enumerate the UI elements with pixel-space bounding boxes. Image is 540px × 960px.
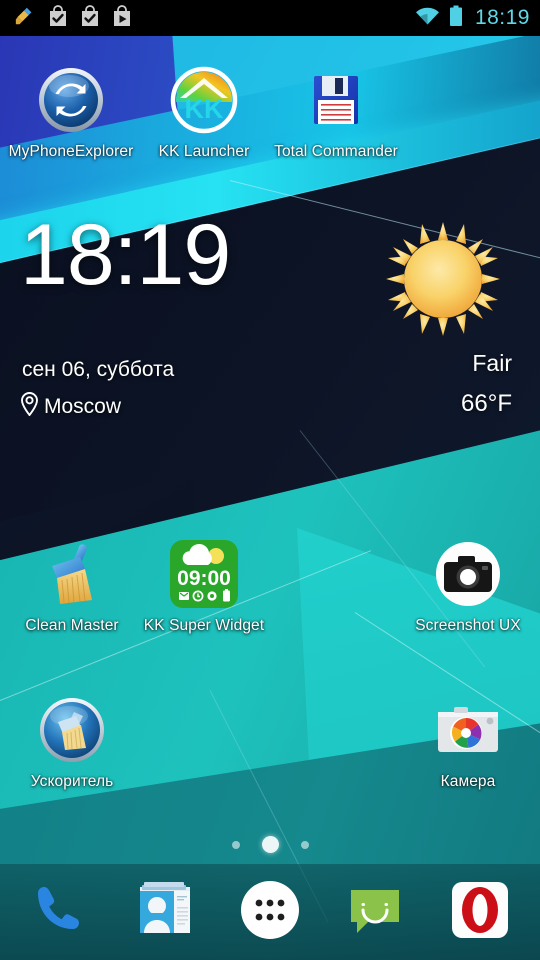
- screenshot-ux-icon: [432, 538, 504, 610]
- app-icon-kklauncher[interactable]: KK KK Launcher: [144, 64, 264, 161]
- opera-icon: [449, 879, 511, 946]
- widget-location[interactable]: Moscow: [20, 392, 121, 421]
- app-icon-cleanmaster[interactable]: Clean Master: [12, 538, 132, 635]
- weather-temperature: 66°F: [461, 390, 512, 417]
- app-icon-kamera[interactable]: Камера: [408, 694, 528, 791]
- kk-launcher-icon: KK: [168, 64, 240, 136]
- app-label: KK Super Widget: [143, 617, 265, 634]
- dock-item-messaging[interactable]: [339, 876, 411, 948]
- widget-clock-time: 18:19: [20, 207, 231, 303]
- location-pin-icon: [20, 392, 39, 421]
- battery-icon: [449, 5, 463, 32]
- clean-master-notification-icon: [14, 5, 36, 32]
- widget-date: сен 06, суббота: [22, 358, 175, 381]
- home-screen: 18:19 MyPhoneExplorer KK KK Launcher Tot…: [0, 0, 540, 960]
- app-icon-totalcommander[interactable]: Total Commander: [274, 64, 398, 161]
- app-label: MyPhoneExplorer: [8, 143, 134, 160]
- booster-icon: [36, 694, 108, 766]
- wifi-icon: [415, 6, 440, 31]
- play-store-bag-check-icon-2: [80, 4, 100, 32]
- app-icon-screenshotux[interactable]: Screenshot UX: [408, 538, 528, 635]
- widget-location-label: Moscow: [44, 394, 122, 418]
- clock-weather-widget[interactable]: 18:19 сен 06, суббота Moscow Fair 66°F: [0, 212, 540, 427]
- status-bar[interactable]: 18:19: [0, 0, 540, 36]
- contacts-icon: [134, 879, 196, 946]
- app-label: Screenshot UX: [415, 617, 521, 634]
- status-bar-notifications[interactable]: [14, 4, 415, 32]
- page-dot-1[interactable]: [231, 840, 240, 849]
- svg-text:KK: KK: [185, 94, 224, 124]
- app-label: Камера: [440, 773, 496, 790]
- dock-item-opera[interactable]: [444, 876, 516, 948]
- play-store-bag-check-icon: [48, 4, 68, 32]
- dock-item-contacts[interactable]: [129, 876, 201, 948]
- play-store-bag-play-icon: [112, 4, 132, 32]
- kk-super-widget-icon: 09:00: [168, 538, 240, 610]
- status-bar-clock: 18:19: [474, 6, 530, 29]
- kk-widget-time: 09:00: [177, 567, 231, 590]
- page-dot-2-active[interactable]: [261, 836, 279, 853]
- app-label: Clean Master: [25, 617, 119, 634]
- camera-icon: [432, 694, 504, 766]
- phone-icon: [29, 879, 91, 946]
- app-icon-kksuperwidget[interactable]: 09:00 KK Super Widget: [144, 538, 264, 635]
- app-icon-uskoritel[interactable]: Ускоритель: [12, 694, 132, 791]
- total-commander-icon: [300, 64, 372, 136]
- app-label: Ускоритель: [30, 773, 114, 790]
- app-drawer-icon: [239, 879, 301, 946]
- app-icon-myphoneexplorer[interactable]: MyPhoneExplorer: [8, 64, 134, 161]
- app-label: KK Launcher: [158, 143, 250, 160]
- app-label: Total Commander: [274, 143, 398, 160]
- page-dot-3[interactable]: [300, 840, 309, 849]
- weather-condition: Fair: [472, 350, 512, 376]
- status-bar-system[interactable]: 18:19: [415, 5, 530, 32]
- messaging-icon: [344, 879, 406, 946]
- clean-master-icon: [36, 538, 108, 610]
- myphoneexplorer-icon: [35, 64, 107, 136]
- page-indicator[interactable]: [0, 836, 540, 853]
- dock: [0, 864, 540, 960]
- dock-item-phone[interactable]: [24, 876, 96, 948]
- dock-item-app-drawer[interactable]: [234, 876, 306, 948]
- sun-icon: [384, 220, 502, 343]
